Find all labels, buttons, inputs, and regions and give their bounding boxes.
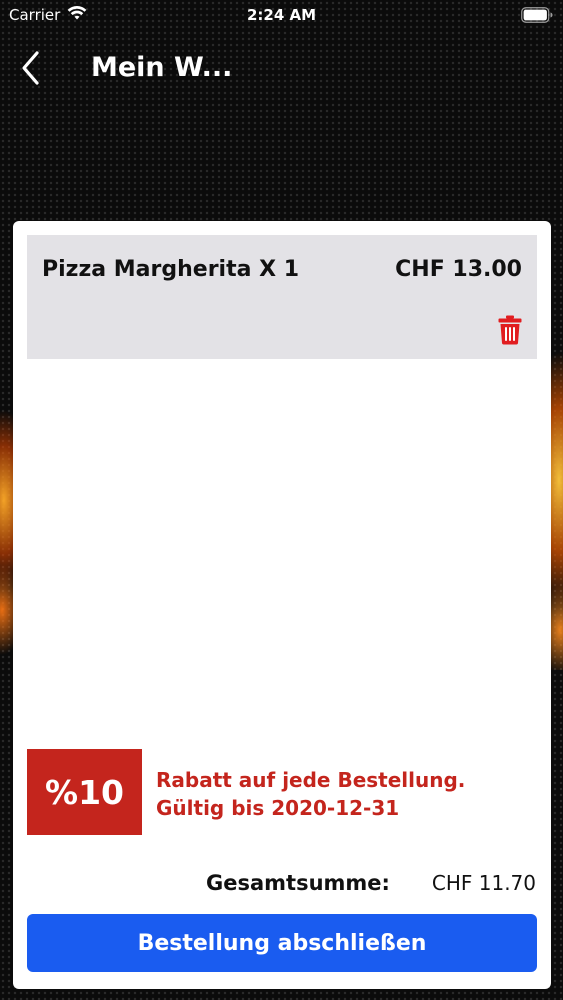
chevron-left-icon bbox=[22, 51, 39, 85]
cart-item-name: Pizza Margherita X 1 bbox=[42, 257, 300, 282]
battery-icon bbox=[521, 7, 553, 23]
status-bar: Carrier 2:24 AM bbox=[0, 0, 563, 30]
trash-icon[interactable] bbox=[498, 315, 522, 345]
total-label: Gesamtsumme: bbox=[206, 871, 390, 895]
screen: Carrier 2:24 AM Mein W... Pizza Margheri… bbox=[0, 0, 563, 1000]
back-button[interactable] bbox=[14, 48, 50, 88]
discount-description: Rabatt auf jede Bestellung. Gültig bis 2… bbox=[156, 766, 465, 822]
cart-item: Pizza Margherita X 1 CHF 13.00 bbox=[27, 235, 537, 359]
cart-card: Pizza Margherita X 1 CHF 13.00 %10 Rabat… bbox=[13, 221, 551, 989]
checkout-button[interactable]: Bestellung abschließen bbox=[27, 914, 537, 972]
cart-item-price: CHF 13.00 bbox=[395, 257, 522, 282]
total-value: CHF 11.70 bbox=[431, 871, 536, 895]
discount-badge: %10 bbox=[27, 749, 142, 835]
discount-line-2: Gültig bis 2020-12-31 bbox=[156, 796, 400, 820]
clock: 2:24 AM bbox=[246, 6, 317, 24]
page-title: Mein W... bbox=[91, 52, 233, 83]
discount-line-1: Rabatt auf jede Bestellung. bbox=[156, 768, 466, 792]
